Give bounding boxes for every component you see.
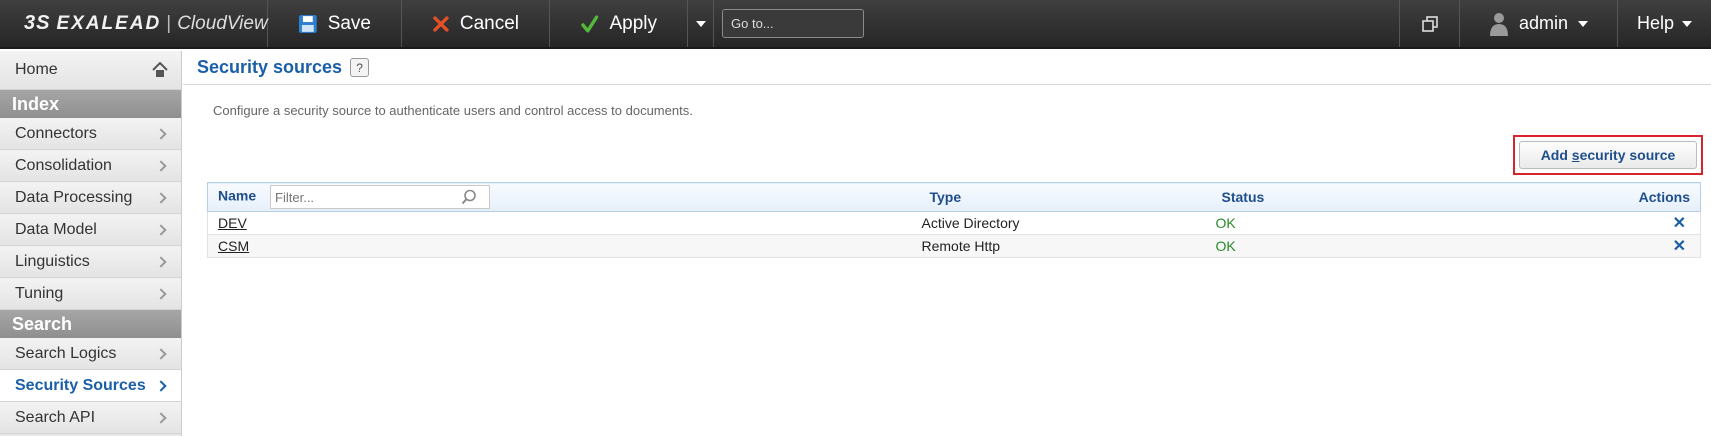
sidebar-item-consolidation[interactable]: Consolidation <box>0 150 181 182</box>
chevron-right-icon <box>155 223 167 236</box>
cell-type: Remote Http <box>919 234 1212 258</box>
cell-type: Active Directory <box>919 211 1212 235</box>
cell-status: OK <box>1211 234 1472 258</box>
sidebar-item-data-model[interactable]: Data Model <box>0 214 181 246</box>
cell-name: DEV <box>207 211 920 235</box>
table-header-row: Name Type Status Actions <box>207 182 1701 212</box>
add-button-label-accesskey: s <box>1571 147 1580 163</box>
apply-options-dropdown[interactable] <box>688 0 714 47</box>
delete-icon[interactable]: ✕ <box>1673 215 1686 232</box>
cancel-x-icon <box>433 15 449 32</box>
page-title: Security sources <box>197 57 343 77</box>
sidebar-item-tuning[interactable]: Tuning <box>0 278 181 310</box>
sidebar-item-label: Search API <box>15 408 96 426</box>
home-icon <box>152 61 168 77</box>
chevron-right-icon <box>155 159 167 172</box>
chevron-right-icon <box>155 411 167 424</box>
source-link-dev[interactable]: DEV <box>218 215 247 231</box>
product-name: CloudView <box>177 12 268 34</box>
apply-button[interactable]: Apply <box>550 0 688 47</box>
help-question-icon[interactable]: ? <box>350 58 370 77</box>
security-sources-table: Name Type Status Actions DEV Active <box>207 182 1701 258</box>
user-menu[interactable]: admin <box>1459 0 1617 47</box>
cell-name: CSM <box>207 234 920 258</box>
chevron-right-icon <box>155 127 167 140</box>
sidebar-item-label: Security Sources <box>15 376 146 394</box>
window-toggle-button[interactable] <box>1399 0 1459 47</box>
exalead-logo: 3S EXALEAD | CloudView <box>0 0 268 47</box>
sidebar-item-search-logics[interactable]: Search Logics <box>0 338 181 370</box>
column-header-status: Status <box>1221 189 1265 205</box>
save-label: Save <box>327 12 371 34</box>
sidebar-item-label: Data Model <box>15 220 97 238</box>
help-label: Help <box>1636 13 1675 33</box>
help-caret-icon <box>1682 20 1693 27</box>
sidebar-item-label: Search Logics <box>15 344 117 362</box>
name-filter-input[interactable] <box>271 187 462 207</box>
restore-window-icon <box>1421 15 1438 32</box>
sidebar-item-connectors[interactable]: Connectors <box>0 118 181 150</box>
chevron-right-icon <box>155 191 167 204</box>
cancel-label: Cancel <box>459 12 519 34</box>
apply-label: Apply <box>609 12 657 34</box>
cell-status: OK <box>1211 211 1472 235</box>
user-avatar-icon <box>1489 12 1508 36</box>
caret-down-icon <box>695 20 706 27</box>
delete-icon[interactable]: ✕ <box>1673 238 1686 255</box>
column-header-type: Type <box>929 189 962 205</box>
sidebar-item-home[interactable]: Home <box>0 51 181 90</box>
add-button-label-pre: Add <box>1540 147 1572 163</box>
sidebar-item-label: Home <box>15 61 58 78</box>
chevron-right-icon <box>155 379 167 392</box>
help-menu[interactable]: Help <box>1617 0 1711 47</box>
checkmark-icon <box>581 14 599 33</box>
sidebar-item-label: Connectors <box>15 124 97 142</box>
logo-separator: | <box>166 12 173 34</box>
sidebar-item-label: Linguistics <box>15 252 90 270</box>
sidebar-item-label: Data Processing <box>15 188 133 206</box>
column-header-name: Name <box>208 183 920 212</box>
goto-input[interactable] <box>722 9 864 38</box>
sidebar-item-data-processing[interactable]: Data Processing <box>0 182 181 214</box>
chevron-right-icon <box>155 255 167 268</box>
search-icon[interactable] <box>461 189 477 205</box>
column-header-actions: Actions <box>1638 189 1690 205</box>
sidebar: Home Index Connectors Consolidation Data… <box>0 51 182 436</box>
chevron-right-icon <box>155 287 167 300</box>
page-header: Security sources ? <box>183 51 1711 85</box>
save-button[interactable]: Save <box>268 0 402 47</box>
goto-container <box>714 0 1248 47</box>
sidebar-item-search-api[interactable]: Search API <box>0 402 181 434</box>
sidebar-item-linguistics[interactable]: Linguistics <box>0 246 181 278</box>
top-toolbar: 3S EXALEAD | CloudView Save Cancel Apply <box>0 0 1711 49</box>
column-name-label: Name <box>218 187 257 204</box>
sidebar-section-index: Index <box>0 90 181 118</box>
chevron-right-icon <box>155 347 167 360</box>
status-ok-text: OK <box>1215 238 1236 254</box>
cancel-button[interactable]: Cancel <box>402 0 550 47</box>
page-description: Configure a security source to authentic… <box>213 103 693 118</box>
sidebar-section-search: Search <box>0 310 181 338</box>
filter-box <box>270 185 491 209</box>
add-button-label-post: ecurity source <box>1579 147 1676 163</box>
status-ok-text: OK <box>1215 215 1236 231</box>
add-button-highlight: Add security source <box>1513 135 1703 175</box>
sidebar-item-security-sources[interactable]: Security Sources <box>0 370 181 402</box>
main-content: Security sources ? Configure a security … <box>183 51 1711 436</box>
sidebar-item-label: Tuning <box>15 284 64 302</box>
cell-actions: ✕ <box>1471 234 1701 258</box>
sidebar-item-label: Consolidation <box>15 156 112 174</box>
cell-actions: ✕ <box>1471 211 1701 235</box>
add-security-source-button[interactable]: Add security source <box>1519 141 1697 169</box>
user-caret-icon <box>1578 20 1589 27</box>
toolbar-right: admin Help <box>1399 0 1711 47</box>
user-name: admin <box>1518 13 1569 33</box>
table-row: CSM Remote Http OK ✕ <box>207 234 1701 258</box>
ds-logo-icon: 3S <box>24 12 51 34</box>
brand-name: EXALEAD <box>56 12 162 34</box>
table-row: DEV Active Directory OK ✕ <box>207 211 1701 235</box>
source-link-csm[interactable]: CSM <box>218 238 249 254</box>
floppy-disk-icon <box>298 14 317 33</box>
